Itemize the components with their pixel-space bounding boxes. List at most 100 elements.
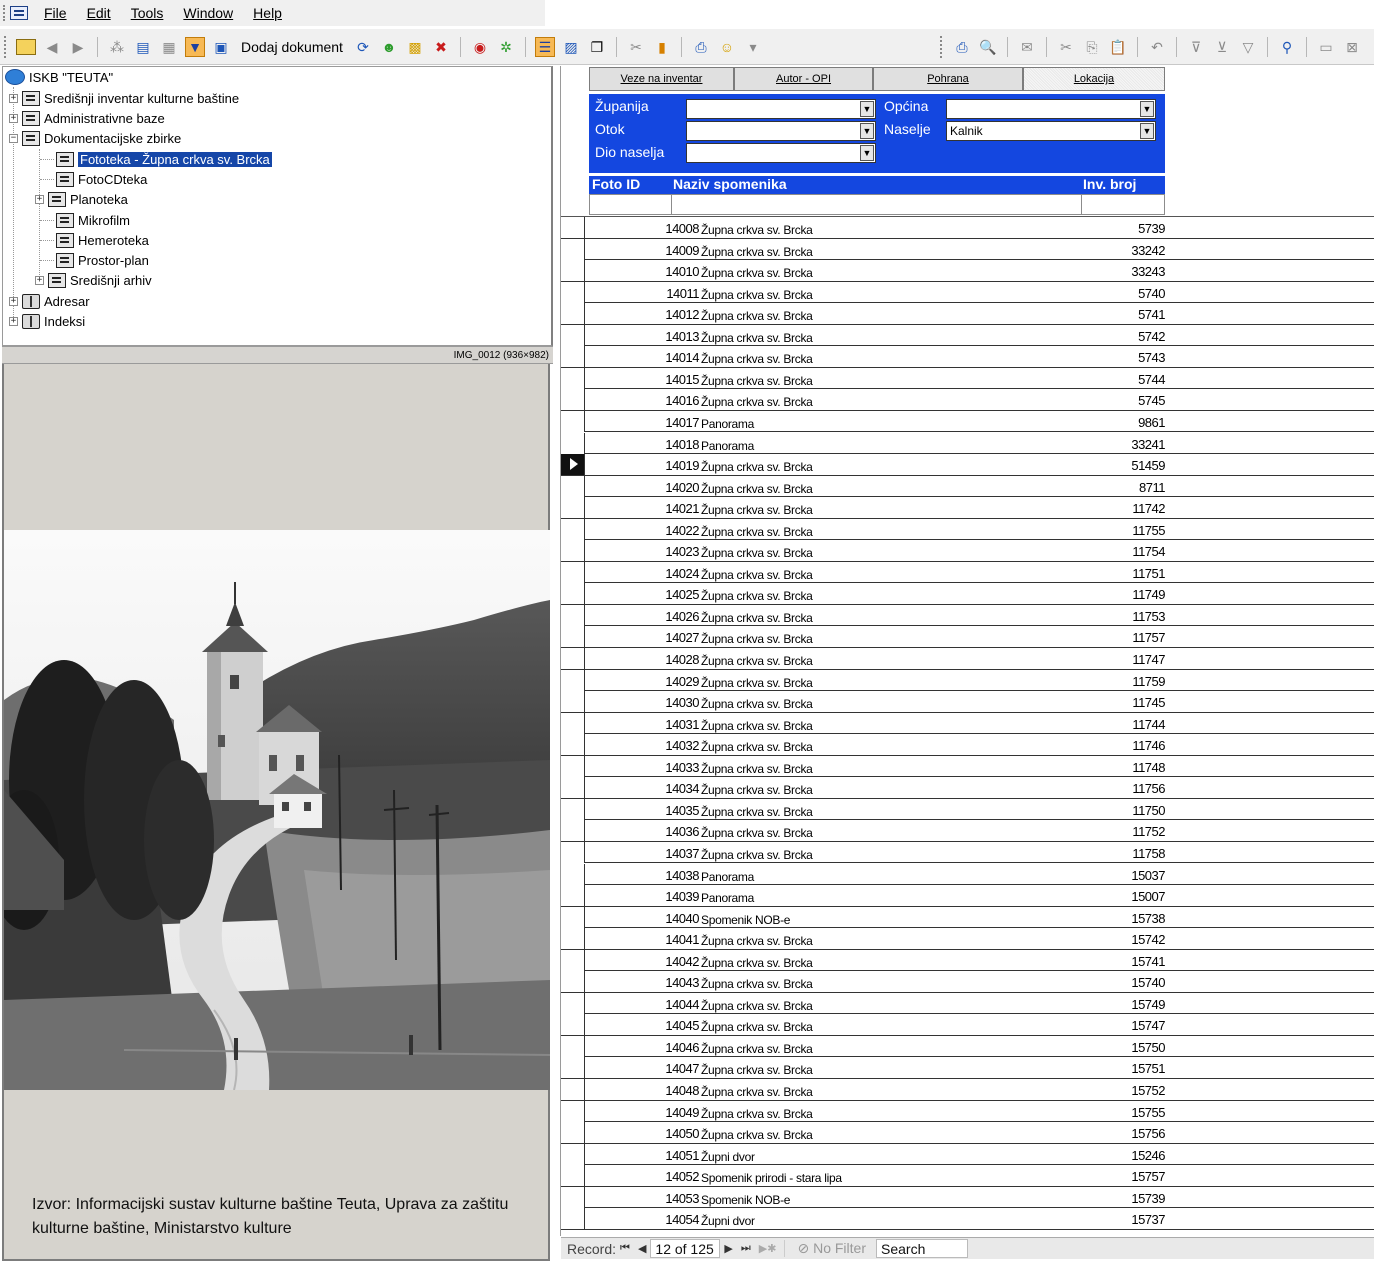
- inv-broj-cell[interactable]: 15740: [1101, 975, 1165, 990]
- row-selector[interactable]: [561, 518, 585, 540]
- dropdown-arrow-icon[interactable]: ▼: [1140, 101, 1154, 117]
- row-selector[interactable]: [561, 992, 585, 1014]
- foto-id-cell[interactable]: 14047: [585, 1061, 699, 1076]
- table-row[interactable]: 14043 Župna crkva sv. Brcka 15740: [561, 971, 1374, 993]
- naziv-spomenika-cell[interactable]: Župna crkva sv. Brcka: [701, 1107, 813, 1121]
- naziv-spomenika-cell[interactable]: Župna crkva sv. Brcka: [701, 676, 813, 690]
- paste-icon[interactable]: 📋: [1108, 37, 1128, 57]
- row-selector[interactable]: [561, 626, 585, 648]
- table-row[interactable]: 14021 Župna crkva sv. Brcka 11742: [561, 497, 1374, 519]
- row-selector[interactable]: [561, 389, 585, 411]
- menu-edit[interactable]: Edit: [77, 5, 121, 21]
- naziv-spomenika-cell[interactable]: Župna crkva sv. Brcka: [701, 589, 813, 603]
- foto-id-cell[interactable]: 14041: [585, 932, 699, 947]
- naziv-spomenika-cell[interactable]: Župna crkva sv. Brcka: [701, 697, 813, 711]
- naziv-spomenika-cell[interactable]: Župna crkva sv. Brcka: [701, 460, 813, 474]
- foto-id-cell[interactable]: 14034: [585, 781, 699, 796]
- foto-id-cell[interactable]: 14051: [585, 1148, 699, 1163]
- foto-id-cell[interactable]: 14044: [585, 997, 699, 1012]
- table-row[interactable]: 14009 Župna crkva sv. Brcka 33242: [561, 238, 1374, 261]
- table-row[interactable]: 14046 Župna crkva sv. Brcka 15750: [561, 1035, 1374, 1058]
- inv-broj-cell[interactable]: 11754: [1101, 544, 1165, 559]
- foto-id-cell[interactable]: 14019: [585, 458, 699, 473]
- tree-item-hemeroteka[interactable]: Hemeroteka: [56, 230, 149, 250]
- foto-id-cell[interactable]: 14050: [585, 1126, 699, 1141]
- naziv-spomenika-cell[interactable]: Panorama: [701, 891, 754, 905]
- foto-id-cell[interactable]: 14011: [585, 286, 699, 301]
- foto-id-cell[interactable]: 14025: [585, 587, 699, 602]
- row-selector[interactable]: [561, 540, 585, 562]
- row-selector[interactable]: [561, 777, 585, 799]
- menu-help[interactable]: Help: [243, 5, 292, 21]
- naziv-spomenika-cell[interactable]: Panorama: [701, 417, 754, 431]
- naziv-spomenika-cell[interactable]: Župna crkva sv. Brcka: [701, 482, 813, 496]
- table-row[interactable]: 14023 Župna crkva sv. Brcka 11754: [561, 540, 1374, 562]
- foto-id-cell[interactable]: 14042: [585, 954, 699, 969]
- navigation-search-box[interactable]: Search: [876, 1239, 968, 1258]
- inv-broj-cell[interactable]: 5740: [1101, 286, 1165, 301]
- email-icon[interactable]: ✉: [1017, 37, 1037, 57]
- foto-id-cell[interactable]: 14045: [585, 1018, 699, 1033]
- row-selector[interactable]: [561, 1079, 585, 1100]
- new-record-nav-icon[interactable]: ▶✱: [755, 1242, 781, 1255]
- inv-broj-cell[interactable]: 11750: [1101, 803, 1165, 818]
- row-selector[interactable]: [561, 1186, 585, 1208]
- last-record-icon[interactable]: ⏭: [737, 1242, 755, 1255]
- up-folder-icon[interactable]: [16, 39, 36, 55]
- row-selector[interactable]: [561, 798, 585, 820]
- naziv-spomenika-cell[interactable]: Panorama: [701, 870, 754, 884]
- row-selector[interactable]: [561, 1035, 585, 1057]
- tree-item-fototeka[interactable]: Fototeka - Župna crkva sv. Brcka: [56, 149, 272, 169]
- inv-broj-cell[interactable]: 15755: [1101, 1105, 1165, 1120]
- back-icon[interactable]: ◀: [42, 37, 62, 57]
- table-row[interactable]: 14018 Panorama 33241: [561, 432, 1374, 454]
- table-row[interactable]: 14047 Župna crkva sv. Brcka 15751: [561, 1057, 1374, 1079]
- apply-filter-icon[interactable]: ▽: [1238, 37, 1258, 57]
- table-row[interactable]: 14035 Župna crkva sv. Brcka 11750: [561, 798, 1374, 821]
- foto-id-cell[interactable]: 14027: [585, 630, 699, 645]
- foto-id-cell[interactable]: 14031: [585, 717, 699, 732]
- foto-id-cell[interactable]: 14028: [585, 652, 699, 667]
- foto-id-search-field[interactable]: [590, 195, 672, 214]
- foto-id-cell[interactable]: 14023: [585, 544, 699, 559]
- table-row[interactable]: 14042 Župna crkva sv. Brcka 15741: [561, 949, 1374, 972]
- foto-id-cell[interactable]: 14037: [585, 846, 699, 861]
- tree-item-indeksi[interactable]: + Indeksi: [9, 311, 85, 331]
- cut-icon[interactable]: ✂: [1056, 37, 1076, 57]
- no-filter-indicator[interactable]: ⊘ No Filter: [784, 1240, 876, 1257]
- menu-file[interactable]: File: [34, 5, 77, 21]
- naziv-spomenika-cell[interactable]: Župna crkva sv. Brcka: [701, 1020, 813, 1034]
- naziv-spomenika-cell[interactable]: Župna crkva sv. Brcka: [701, 719, 813, 733]
- foto-id-cell[interactable]: 14048: [585, 1083, 699, 1098]
- table-row[interactable]: 14048 Župna crkva sv. Brcka 15752: [561, 1079, 1374, 1101]
- row-selector[interactable]: [561, 1100, 585, 1122]
- record-position-input[interactable]: 12 of 125: [650, 1239, 721, 1258]
- foto-id-cell[interactable]: 14053: [585, 1191, 699, 1206]
- naziv-spomenika-cell[interactable]: Župna crkva sv. Brcka: [701, 352, 813, 366]
- naziv-spomenika-cell[interactable]: Župni dvor: [701, 1214, 755, 1228]
- tab-veze-na-inventar[interactable]: Veze na inventar: [589, 67, 734, 91]
- foto-id-cell[interactable]: 14038: [585, 868, 699, 883]
- form-view-icon[interactable]: ▤: [133, 37, 153, 57]
- naziv-spomenika-cell[interactable]: Župna crkva sv. Brcka: [701, 826, 813, 840]
- naziv-spomenika-cell[interactable]: Župna crkva sv. Brcka: [701, 1042, 813, 1056]
- foto-id-cell[interactable]: 14049: [585, 1105, 699, 1120]
- table-row[interactable]: 14054 Župni dvor 15737: [561, 1208, 1374, 1230]
- expand-icon[interactable]: +: [9, 316, 18, 326]
- tree-item-sredisnji-inventar[interactable]: + Središnji inventar kulturne baštine: [9, 87, 239, 108]
- inv-broj-cell[interactable]: 8711: [1101, 480, 1165, 495]
- tree-item-administrativne-baze[interactable]: + Administrativne baze: [9, 107, 165, 128]
- refresh-icon[interactable]: ⟳: [353, 37, 373, 57]
- row-selector[interactable]: [561, 1208, 585, 1230]
- foto-id-cell[interactable]: 14024: [585, 566, 699, 581]
- naziv-spomenika-cell[interactable]: Župna crkva sv. Brcka: [701, 395, 813, 409]
- print-preview-icon[interactable]: 🔍: [978, 37, 998, 57]
- row-selector[interactable]: [561, 346, 585, 368]
- naziv-spomenika-cell[interactable]: Župna crkva sv. Brcka: [701, 503, 813, 517]
- foto-id-cell[interactable]: 14054: [585, 1212, 699, 1227]
- naziv-spomenika-cell[interactable]: Župna crkva sv. Brcka: [701, 331, 813, 345]
- foto-id-cell[interactable]: 14052: [585, 1169, 699, 1184]
- table-row[interactable]: 14033 Župna crkva sv. Brcka 11748: [561, 755, 1374, 778]
- foto-id-cell[interactable]: 14022: [585, 523, 699, 538]
- inv-broj-cell[interactable]: 5739: [1101, 221, 1165, 236]
